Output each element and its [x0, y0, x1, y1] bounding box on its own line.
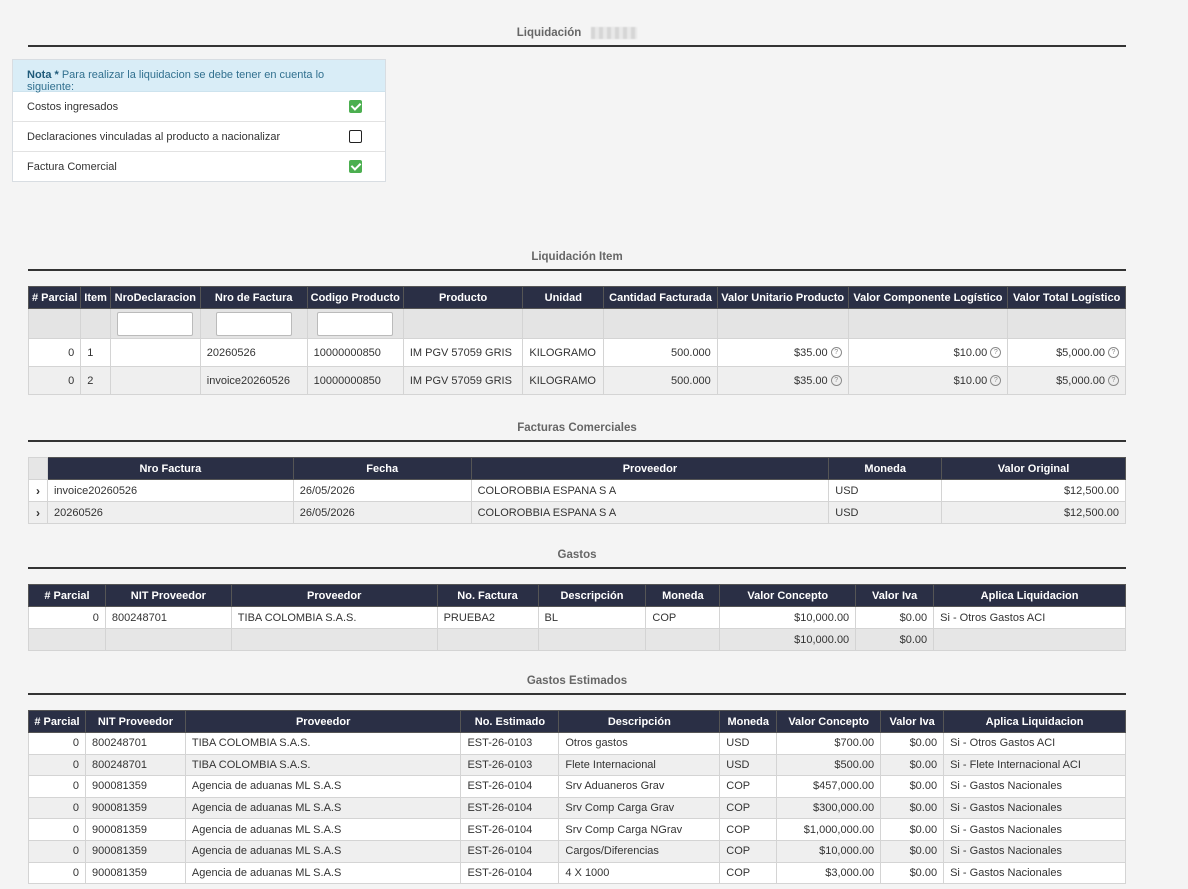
col-moneda[interactable]: Moneda: [719, 710, 778, 733]
table-row[interactable]: 0 900081359 Agencia de aduanas ML S.A.S …: [28, 796, 1126, 820]
checkbox-factura-comercial[interactable]: [349, 160, 362, 173]
nota-header: Nota * Para realizar la liquidacion se d…: [13, 60, 385, 93]
help-icon[interactable]: ?: [1108, 375, 1119, 387]
col-descripcion[interactable]: Descripción: [537, 584, 647, 607]
col-fecha[interactable]: Fecha: [292, 457, 472, 480]
checkbox-costos-ingresados[interactable]: [349, 100, 362, 113]
check-row-declaraciones: Declaraciones vinculadas al producto a n…: [13, 122, 385, 152]
col-nro-factura[interactable]: Nro de Factura: [199, 286, 308, 309]
col-moneda[interactable]: Moneda: [828, 457, 943, 480]
total-valor-concepto: $10,000.00: [719, 628, 857, 651]
col-proveedor[interactable]: Proveedor: [184, 710, 462, 733]
col-proveedor[interactable]: Proveedor: [470, 457, 830, 480]
col-producto[interactable]: Producto: [402, 286, 524, 309]
col-parcial[interactable]: # Parcial: [28, 584, 106, 607]
check-row-costos: Costos ingresados: [13, 92, 385, 122]
table-row[interactable]: › invoice20260526 26/05/2026 COLOROBBIA …: [28, 479, 1126, 502]
filter-row: [27, 308, 1126, 339]
redacted-id: [591, 27, 638, 39]
col-descripcion[interactable]: Descripción: [558, 710, 721, 733]
col-no-factura[interactable]: No. Factura: [436, 584, 539, 607]
col-valor-total[interactable]: Valor Total Logístico: [1007, 286, 1126, 309]
expand-row-icon[interactable]: ›: [28, 479, 48, 502]
filter-nro-factura-input[interactable]: [215, 311, 292, 336]
col-valor-unitario[interactable]: Valor Unitario Producto: [716, 286, 849, 309]
liquidacion-item-title: Liquidación Item: [28, 251, 1126, 271]
gastos-estimados-body: 0 800248701 TIBA COLOMBIA S.A.S. EST-26-…: [28, 732, 1126, 885]
col-valor-original[interactable]: Valor Original: [941, 457, 1126, 480]
nota-panel: Nota * Para realizar la liquidacion se d…: [12, 59, 386, 182]
col-no-estimado[interactable]: No. Estimado: [460, 710, 560, 733]
table-row[interactable]: 0 1 20260526 10000000850 IM PGV 57059 GR…: [27, 338, 1126, 367]
liquidacion-item-table: # Parcial Item NroDeclaracion Nro de Fac…: [27, 286, 1126, 395]
col-valor-componente[interactable]: Valor Componente Logístico: [847, 286, 1009, 309]
col-aplica-liquidacion[interactable]: Aplica Liquidacion: [943, 710, 1126, 733]
filter-nro-declaracion-input[interactable]: [117, 311, 194, 336]
gastos-title: Gastos: [28, 549, 1126, 569]
total-valor-iva: $0.00: [855, 628, 935, 651]
help-icon[interactable]: ?: [830, 347, 842, 359]
table-row[interactable]: 0 2 invoice20260526 10000000850 IM PGV 5…: [27, 366, 1126, 395]
filter-codigo-producto-input[interactable]: [317, 311, 394, 336]
col-proveedor[interactable]: Proveedor: [230, 584, 438, 607]
help-icon[interactable]: ?: [1108, 347, 1119, 359]
col-nro-factura[interactable]: Nro Factura: [46, 457, 294, 480]
liquidacion-title: Liquidación: [28, 27, 1126, 48]
col-nit-proveedor[interactable]: NIT Proveedor: [84, 710, 186, 733]
col-moneda[interactable]: Moneda: [645, 584, 721, 607]
totals-row: $10,000.00 $0.00: [28, 628, 1126, 651]
gastos-estimados-table: # Parcial NIT Proveedor Proveedor No. Es…: [28, 710, 1126, 885]
col-cantidad[interactable]: Cantidad Facturada: [603, 286, 718, 309]
col-codigo-producto[interactable]: Codigo Producto: [306, 286, 404, 309]
help-icon[interactable]: ?: [990, 347, 1002, 359]
col-valor-iva[interactable]: Valor Iva: [855, 584, 935, 607]
check-row-factura: Factura Comercial: [13, 152, 385, 181]
col-unidad[interactable]: Unidad: [522, 286, 605, 309]
facturas-title: Facturas Comerciales: [28, 422, 1126, 442]
header-row: Nro Factura Fecha Proveedor Moneda Valor…: [28, 457, 1126, 480]
facturas-table: Nro Factura Fecha Proveedor Moneda Valor…: [28, 457, 1126, 524]
col-valor-concepto[interactable]: Valor Concepto: [776, 710, 882, 733]
table-row[interactable]: 0 900081359 Agencia de aduanas ML S.A.S …: [28, 839, 1126, 863]
table-row[interactable]: 0 800248701 TIBA COLOMBIA S.A.S. PRUEBA2…: [28, 606, 1126, 629]
col-valor-concepto[interactable]: Valor Concepto: [719, 584, 857, 607]
header-row: # Parcial NIT Proveedor Proveedor No. Fa…: [28, 584, 1126, 607]
table-row[interactable]: 0 900081359 Agencia de aduanas ML S.A.S …: [28, 861, 1126, 885]
table-row[interactable]: 0 800248701 TIBA COLOMBIA S.A.S. EST-26-…: [28, 753, 1126, 777]
table-row[interactable]: › 20260526 26/05/2026 COLOROBBIA ESPANA …: [28, 501, 1126, 524]
help-icon[interactable]: ?: [830, 375, 842, 387]
expand-row-icon[interactable]: ›: [28, 501, 48, 524]
header-row: # Parcial Item NroDeclaracion Nro de Fac…: [27, 286, 1126, 309]
table-row[interactable]: 0 800248701 TIBA COLOMBIA S.A.S. EST-26-…: [28, 732, 1126, 755]
help-icon[interactable]: ?: [990, 375, 1002, 387]
checkbox-declaraciones[interactable]: [349, 130, 362, 143]
gastos-table: # Parcial NIT Proveedor Proveedor No. Fa…: [28, 584, 1126, 651]
header-row: # Parcial NIT Proveedor Proveedor No. Es…: [28, 710, 1126, 733]
col-nro-declaracion[interactable]: NroDeclaracion: [109, 286, 201, 309]
col-aplica-liquidacion[interactable]: Aplica Liquidacion: [933, 584, 1126, 607]
col-valor-iva[interactable]: Valor Iva: [880, 710, 945, 733]
col-parcial[interactable]: # Parcial: [28, 710, 86, 733]
table-row[interactable]: 0 900081359 Agencia de aduanas ML S.A.S …: [28, 775, 1126, 798]
col-nit-proveedor[interactable]: NIT Proveedor: [104, 584, 232, 607]
col-item[interactable]: Item: [80, 286, 111, 309]
table-row[interactable]: 0 900081359 Agencia de aduanas ML S.A.S …: [28, 818, 1126, 841]
gastos-estimados-title: Gastos Estimados: [28, 675, 1126, 695]
col-parcial[interactable]: # Parcial: [27, 286, 82, 309]
